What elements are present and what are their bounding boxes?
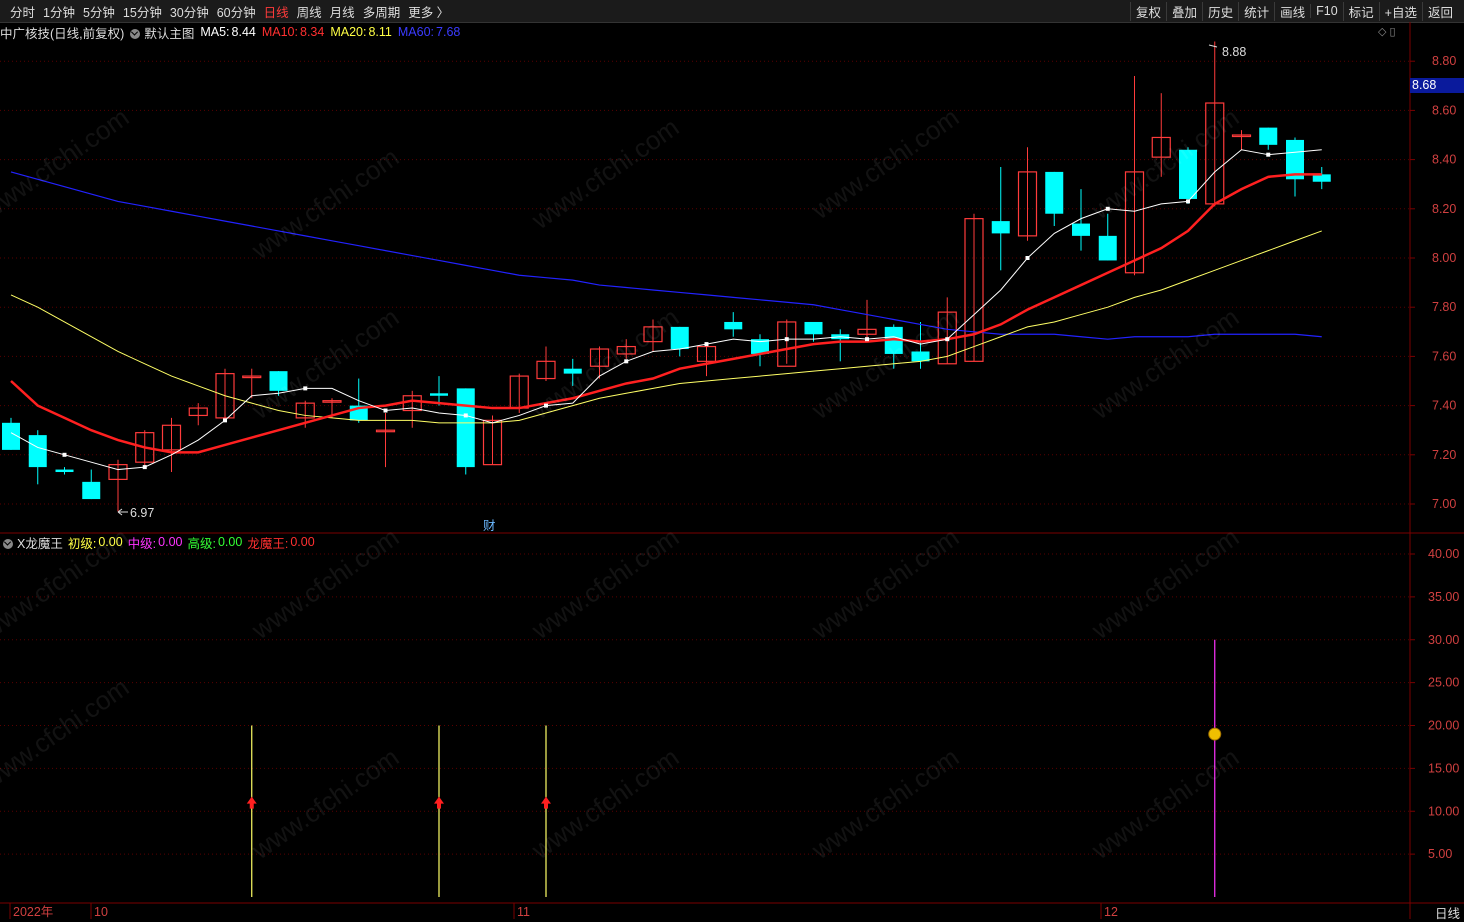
- ma5-marker: [1025, 256, 1030, 260]
- watermark: www.cfchi.com: [525, 302, 684, 426]
- watermark: www.cfchi.com: [1085, 522, 1244, 646]
- signal-arrow-icon: [246, 796, 257, 809]
- watermark: www.cfchi.com: [805, 742, 964, 866]
- low-label: 6.97: [130, 506, 154, 520]
- ind-tick-label: 20.00: [1428, 719, 1459, 733]
- time-label: 11: [517, 905, 530, 919]
- watermark: www.cfchi.com: [805, 102, 964, 226]
- kline-chart[interactable]: 8.80 8.60 8.40 8.20 8.00 7.80 7.60 7.40 7.20 7.00…: [0, 0, 1464, 919]
- current-price-tag: 8.68: [1410, 78, 1464, 93]
- price-tick-label: 7.20: [1432, 448, 1456, 462]
- signal-arrow-icon: [541, 796, 551, 809]
- price-tick-label: 7.00: [1432, 497, 1456, 511]
- high-pointer: [1208, 44, 1218, 48]
- candle-body: [82, 481, 101, 500]
- watermark: www.cfchi.com: [1085, 302, 1244, 426]
- ma5-marker: [223, 418, 227, 423]
- watermark: www.cfchi.com: [245, 742, 404, 866]
- ma5-marker: [784, 337, 789, 342]
- candle-body: [1259, 127, 1278, 145]
- ind-tick-label: 40.00: [1428, 547, 1459, 561]
- ind-tick-label: 10.00: [1428, 804, 1459, 818]
- candle-body: [991, 221, 1010, 234]
- watermark: www.cfchi.com: [245, 522, 404, 646]
- watermark: www.cfchi.com: [1085, 102, 1244, 226]
- ind-tick-label: 30.00: [1428, 633, 1459, 647]
- ind-tick-label: 35.00: [1428, 590, 1459, 604]
- candle-body: [724, 321, 743, 330]
- candle-body: [430, 393, 448, 396]
- watermark: www.cfchi.com: [1085, 742, 1244, 866]
- signal-arrow-icon: [434, 796, 444, 809]
- high-label: 8.88: [1222, 45, 1246, 59]
- watermark: www.cfchi.com: [0, 672, 134, 796]
- ma5-marker: [1186, 199, 1190, 204]
- candle-body: [1045, 171, 1064, 214]
- ma5-marker: [463, 413, 468, 418]
- watermark: www.cfchi.com: [805, 522, 964, 646]
- price-tick-label: 8.40: [1432, 153, 1456, 167]
- ind-tick-label: 25.00: [1428, 676, 1459, 690]
- price-tick-label: 7.40: [1432, 399, 1456, 413]
- time-label: 2022年: [13, 905, 53, 919]
- ma5-marker: [704, 342, 709, 347]
- candle-body: [28, 435, 47, 468]
- fin-marker: 财: [483, 519, 496, 533]
- money-bag-icon: [1208, 727, 1222, 741]
- price-tick-label: 8.80: [1432, 54, 1456, 68]
- candle-body: [1072, 223, 1090, 236]
- candle-body: [456, 388, 475, 468]
- candle-body: [55, 469, 74, 473]
- ma5-marker: [383, 408, 388, 413]
- watermark: www.cfchi.com: [0, 102, 134, 226]
- candle-body: [804, 321, 823, 335]
- time-label: 10: [94, 905, 108, 919]
- bottom-period-label[interactable]: 日线: [1435, 903, 1460, 922]
- watermark: www.cfchi.com: [245, 142, 404, 266]
- watermark: www.cfchi.com: [525, 522, 684, 646]
- watermark: www.cfchi.com: [0, 522, 134, 646]
- price-tick-label: 8.20: [1432, 202, 1456, 216]
- price-tick-label: 8.60: [1432, 103, 1456, 117]
- ma5-marker: [62, 452, 67, 457]
- price-tick-label: 8.00: [1432, 251, 1456, 265]
- candle-body: [1098, 235, 1117, 261]
- ind-tick-label: 5.00: [1428, 847, 1452, 861]
- watermark: www.cfchi.com: [525, 112, 684, 236]
- ma5-marker: [865, 337, 869, 342]
- ind-tick-label: 15.00: [1428, 761, 1459, 775]
- ma5-marker: [142, 465, 147, 470]
- price-tick-label: 7.80: [1432, 300, 1456, 314]
- price-tick-label: 7.60: [1432, 349, 1456, 363]
- ma5-marker: [1266, 152, 1271, 157]
- time-label: 12: [1104, 905, 1118, 919]
